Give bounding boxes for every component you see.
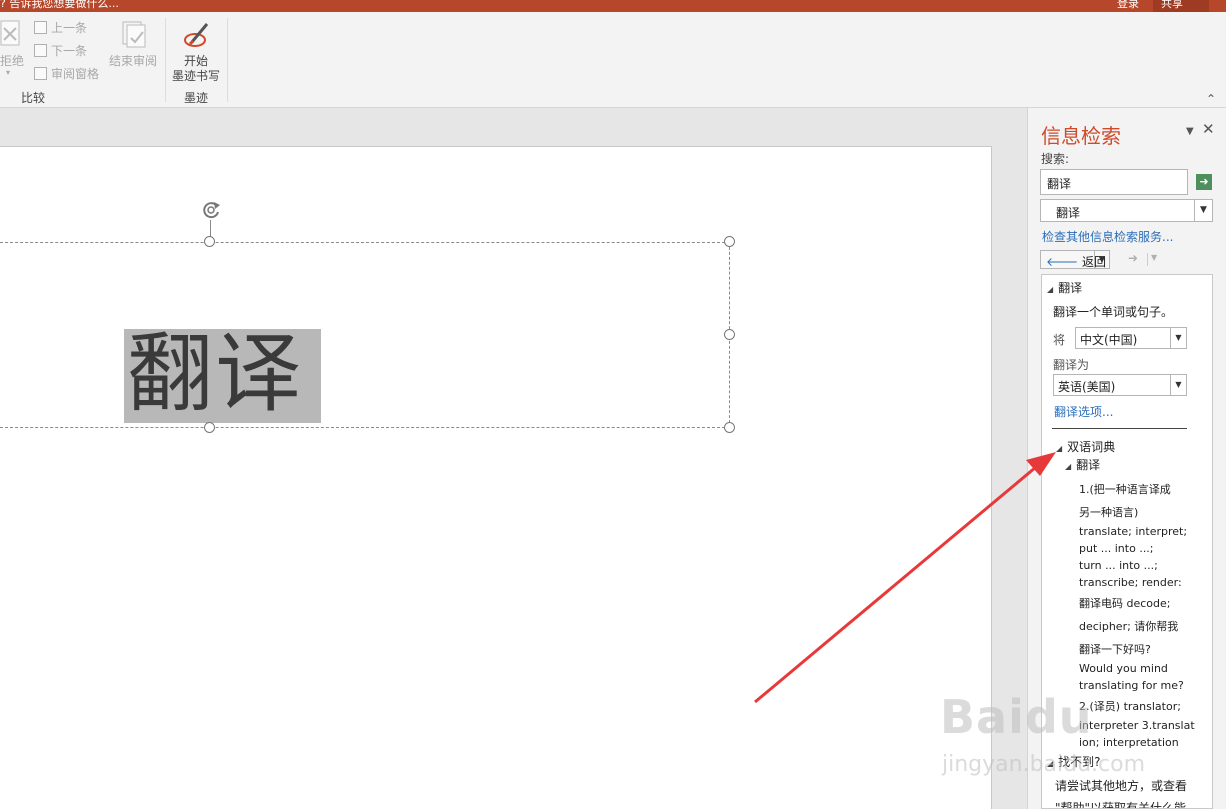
previous-button[interactable]: 上一条: [34, 18, 87, 36]
resize-handle[interactable]: [724, 422, 735, 433]
title-textbox[interactable]: [0, 242, 730, 428]
group-separator: [227, 18, 228, 102]
entry-line: turn ... into ...;: [1079, 559, 1158, 572]
collapse-triangle-icon: ◢: [1047, 759, 1054, 768]
to-language-select[interactable]: 英语(美国) ▼: [1053, 374, 1187, 396]
next-button[interactable]: 下一条: [34, 41, 87, 59]
collapse-triangle-icon: ◢: [1065, 462, 1072, 471]
entry-line: 2.(译员) translator;: [1079, 700, 1181, 713]
resize-handle[interactable]: [204, 422, 215, 433]
start-inking-label-2: 墨迹书写: [172, 69, 221, 83]
group-separator: [165, 18, 166, 102]
entry-header[interactable]: ◢ 翻译: [1065, 456, 1100, 473]
to-label: 翻译为: [1053, 358, 1090, 372]
end-review-label: 结束审阅: [109, 54, 158, 68]
next-label: 下一条: [51, 43, 88, 58]
entry-line: ion; interpretation: [1079, 736, 1179, 749]
collapse-triangle-icon: ◢: [1047, 285, 1054, 294]
to-language-value: 英语(美国): [1058, 380, 1116, 394]
section-title: 翻译: [1058, 281, 1083, 295]
chevron-down-icon: ▼: [1194, 200, 1212, 221]
research-pane: 信息检索 ▼ ✕ 搜索: 翻译 ➜ 翻译 ▼ 检查其他信息检索服务... 🡐 返…: [1027, 108, 1226, 809]
reviewing-pane-label: 审阅窗格: [51, 66, 100, 81]
more-services-link[interactable]: 检查其他信息检索服务...: [1042, 228, 1173, 245]
resize-handle[interactable]: [724, 236, 735, 247]
translation-options-link[interactable]: 翻译选项...: [1054, 403, 1113, 420]
previous-label: 上一条: [51, 20, 88, 35]
not-found-hint: "帮助"以获取有关什么能: [1055, 801, 1187, 809]
back-arrow-icon: 🡐: [1046, 255, 1079, 269]
slide-workspace: 翻译: [0, 108, 1027, 809]
not-found-hint: 请尝试其他地方，或查看: [1055, 779, 1188, 793]
rotate-handle-icon[interactable]: [200, 199, 222, 221]
service-select[interactable]: 翻译 ▼: [1040, 199, 1213, 222]
not-found-header[interactable]: ◢ 找不到?: [1047, 753, 1101, 770]
dictionary-header[interactable]: ◢ 双语词典: [1056, 438, 1115, 455]
forward-button[interactable]: ➜ ▼: [1120, 250, 1162, 269]
previous-icon: [34, 20, 47, 34]
divider: [1052, 428, 1187, 429]
chevron-down-icon: ▾: [6, 68, 11, 77]
pane-options-icon[interactable]: ▼: [1186, 126, 1194, 137]
service-value: 翻译: [1056, 206, 1081, 220]
ink-group-label: 墨迹: [184, 91, 209, 105]
from-label: 将: [1053, 333, 1066, 347]
translate-description: 翻译一个单词或句子。: [1053, 305, 1174, 319]
end-review-button[interactable]: 结束审阅: [109, 20, 161, 80]
chevron-down-icon: ▼: [1170, 375, 1186, 395]
translate-section-header[interactable]: ◢ 翻译: [1047, 279, 1082, 296]
compare-group-label: 比较: [21, 91, 46, 105]
chevron-down-icon: ▼: [1147, 253, 1157, 266]
chevron-down-icon: ▼: [1170, 328, 1186, 348]
share-button[interactable]: 共享: [1153, 0, 1209, 12]
slide-title-text[interactable]: 翻译: [127, 323, 303, 426]
tell-me-box[interactable]: ? 告诉我您想要做什么...: [0, 0, 119, 11]
title-bar: ? 告诉我您想要做什么... 登录 共享: [0, 0, 1226, 12]
reviewing-pane-button[interactable]: 审阅窗格: [34, 64, 99, 82]
close-icon[interactable]: ✕: [1202, 120, 1215, 138]
search-label: 搜索:: [1041, 152, 1070, 166]
entry-line: 1.(把一种语言译成: [1079, 483, 1171, 496]
entry-line: 翻译电码 decode;: [1079, 597, 1171, 610]
back-button[interactable]: 🡐 返回 ▼: [1040, 250, 1110, 269]
collapse-ribbon-icon[interactable]: ⌃: [1206, 92, 1216, 106]
dictionary-title: 双语词典: [1067, 440, 1116, 454]
search-input[interactable]: 翻译: [1040, 169, 1188, 195]
reject-label: 拒绝: [0, 54, 25, 68]
entry-line: decipher; 请你帮我: [1079, 620, 1179, 633]
resize-handle[interactable]: [204, 236, 215, 247]
pen-icon: [184, 23, 209, 47]
entry-line: interpreter 3.translat: [1079, 719, 1195, 732]
next-icon: [34, 43, 47, 57]
from-language-select[interactable]: 中文(中国) ▼: [1075, 327, 1187, 349]
results-panel: ◢ 翻译 翻译一个单词或句子。 将 中文(中国) ▼ 翻译为 英语(美国) ▼ 翻…: [1041, 274, 1213, 809]
login-link[interactable]: 登录: [1117, 0, 1139, 11]
entry-line: Would you mind: [1079, 662, 1168, 675]
entry-title: 翻译: [1076, 458, 1101, 472]
reviewing-pane-icon: [34, 66, 47, 80]
ribbon: 拒绝 ▾ 上一条 下一条 审阅窗格 结束审阅 比较 开始 墨迹书写 墨迹 ⌃: [0, 12, 1226, 108]
reject-icon: [0, 20, 20, 46]
entry-line: put ... into ...;: [1079, 542, 1154, 555]
pane-title: 信息检索: [1041, 124, 1121, 148]
forward-arrow-icon: ➜: [1128, 251, 1139, 265]
entry-line: 翻译一下好吗?: [1079, 643, 1151, 656]
share-label: 共享: [1161, 0, 1183, 10]
not-found-title: 找不到?: [1058, 755, 1101, 769]
end-review-icon: [122, 21, 146, 48]
start-inking-button[interactable]: 开始 墨迹书写: [170, 20, 224, 84]
entry-line: transcribe; render:: [1079, 576, 1182, 589]
reject-button[interactable]: 拒绝 ▾: [0, 20, 24, 80]
entry-line: translating for me?: [1079, 679, 1184, 692]
collapse-triangle-icon: ◢: [1056, 444, 1063, 453]
search-go-icon[interactable]: ➜: [1196, 174, 1212, 190]
chevron-down-icon[interactable]: ▼: [1094, 251, 1109, 268]
from-language-value: 中文(中国): [1080, 333, 1138, 347]
slide-canvas[interactable]: 翻译: [0, 146, 992, 809]
entry-line: translate; interpret;: [1079, 525, 1188, 538]
entry-line: 另一种语言): [1079, 506, 1139, 519]
resize-handle[interactable]: [724, 329, 735, 340]
